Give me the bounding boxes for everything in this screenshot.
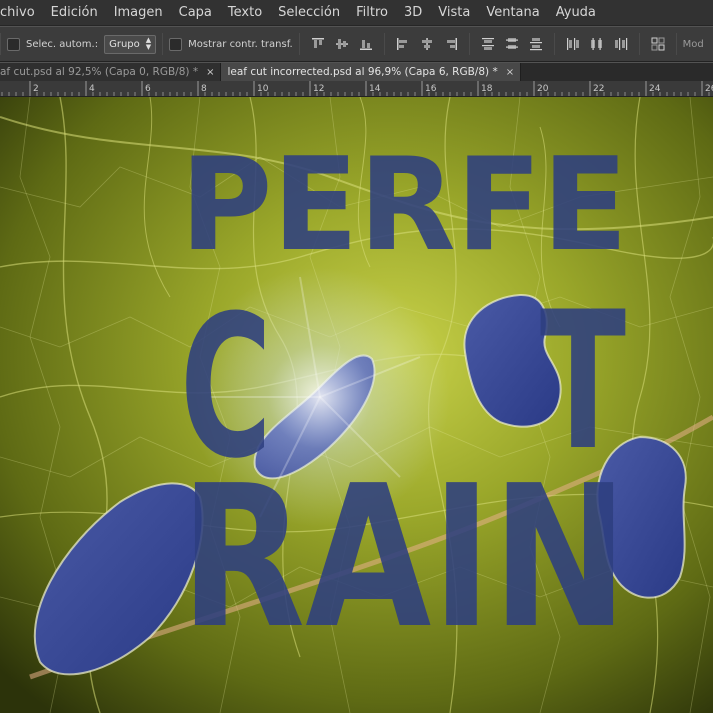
distribute-top-icon[interactable] [479, 35, 497, 53]
ruler-label: 4 [89, 84, 95, 94]
menu-archivo[interactable]: chivo [0, 0, 43, 26]
menu-imagen[interactable]: Imagen [106, 0, 171, 26]
ruler-label: 20 [537, 84, 549, 94]
tab-label: af cut.psd al 92,5% (Capa 0, RGB/8) * [0, 66, 199, 78]
photoshop-window: chivo Edición Imagen Capa Texto Selecció… [0, 0, 713, 713]
auto-select-value: Grupo [109, 38, 140, 50]
ruler-label: 12 [313, 84, 324, 94]
align-vertical-center-icon[interactable] [333, 35, 351, 53]
show-transform-checkbox[interactable] [169, 37, 183, 51]
tab-leaf-cut-incorrected[interactable]: leaf cut incorrected.psd al 96,9% (Capa … [221, 63, 522, 81]
tab-leaf-cut[interactable]: af cut.psd al 92,5% (Capa 0, RGB/8) * × [0, 63, 222, 81]
menu-bar: chivo Edición Imagen Capa Texto Selecció… [0, 0, 713, 26]
mode-3d-label: Mod [682, 38, 704, 50]
ruler-label: 26 [705, 84, 713, 94]
ruler-label: 22 [593, 84, 604, 94]
menu-filtro[interactable]: Filtro [348, 0, 396, 26]
options-divider [553, 33, 555, 55]
menu-seleccion[interactable]: Selección [270, 0, 348, 26]
ruler-label: 24 [649, 84, 661, 94]
menu-capa[interactable]: Capa [171, 0, 220, 26]
menu-texto[interactable]: Texto [220, 0, 270, 26]
auto-select-label: Selec. autom.: [26, 38, 99, 50]
ruler-label: 8 [201, 84, 207, 94]
options-divider [0, 33, 1, 55]
options-bar: Selec. autom.: Grupo ▲ ▼ Mostrar contr. t… [0, 27, 713, 62]
distribute-vertical-center-icon[interactable] [503, 35, 521, 53]
ruler-label: 14 [369, 84, 381, 94]
ruler-label: 16 [425, 84, 437, 94]
tab-label: leaf cut incorrected.psd al 96,9% (Capa … [227, 66, 498, 78]
dropdown-arrows-icon: ▲ ▼ [145, 36, 152, 51]
ruler-label: 2 [33, 84, 39, 94]
options-divider [468, 33, 470, 55]
horizontal-ruler[interactable]: 2468101214161820222426 [0, 81, 713, 97]
close-icon[interactable]: × [506, 67, 514, 78]
options-divider [675, 33, 677, 55]
show-transform-label: Mostrar contr. transf. [188, 38, 293, 50]
artwork-line-perfe: PERFE [180, 131, 628, 280]
menu-vista[interactable]: Vista [430, 0, 478, 26]
document-tab-bar: af cut.psd al 92,5% (Capa 0, RGB/8) * × … [0, 63, 713, 81]
document-canvas[interactable]: PERFE C T RAIN [0, 97, 713, 713]
align-left-icon[interactable] [394, 35, 412, 53]
align-right-icon[interactable] [442, 35, 460, 53]
menu-ayuda[interactable]: Ayuda [548, 0, 604, 26]
options-divider [162, 33, 164, 55]
menu-3d[interactable]: 3D [396, 0, 430, 26]
distribute-left-icon[interactable] [564, 35, 582, 53]
distribute-horizontal-center-icon[interactable] [588, 35, 606, 53]
ruler-label: 18 [481, 84, 493, 94]
ruler-label: 6 [145, 84, 151, 94]
menu-ventana[interactable]: Ventana [478, 0, 547, 26]
close-icon[interactable]: × [206, 67, 214, 78]
align-horizontal-center-icon[interactable] [418, 35, 436, 53]
distribute-right-icon[interactable] [612, 35, 630, 53]
align-top-icon[interactable] [309, 35, 327, 53]
distribute-bottom-icon[interactable] [527, 35, 545, 53]
auto-select-checkbox[interactable] [7, 37, 20, 51]
align-bottom-icon[interactable] [357, 35, 375, 53]
artwork-line-rain: RAIN [180, 444, 628, 672]
ruler-label: 10 [257, 84, 269, 94]
options-divider [298, 33, 300, 55]
options-divider [638, 33, 640, 55]
auto-select-dropdown[interactable]: Grupo ▲ ▼ [104, 34, 157, 54]
options-divider [383, 33, 385, 55]
menu-edicion[interactable]: Edición [43, 0, 106, 26]
auto-align-layers-icon[interactable] [649, 35, 667, 53]
